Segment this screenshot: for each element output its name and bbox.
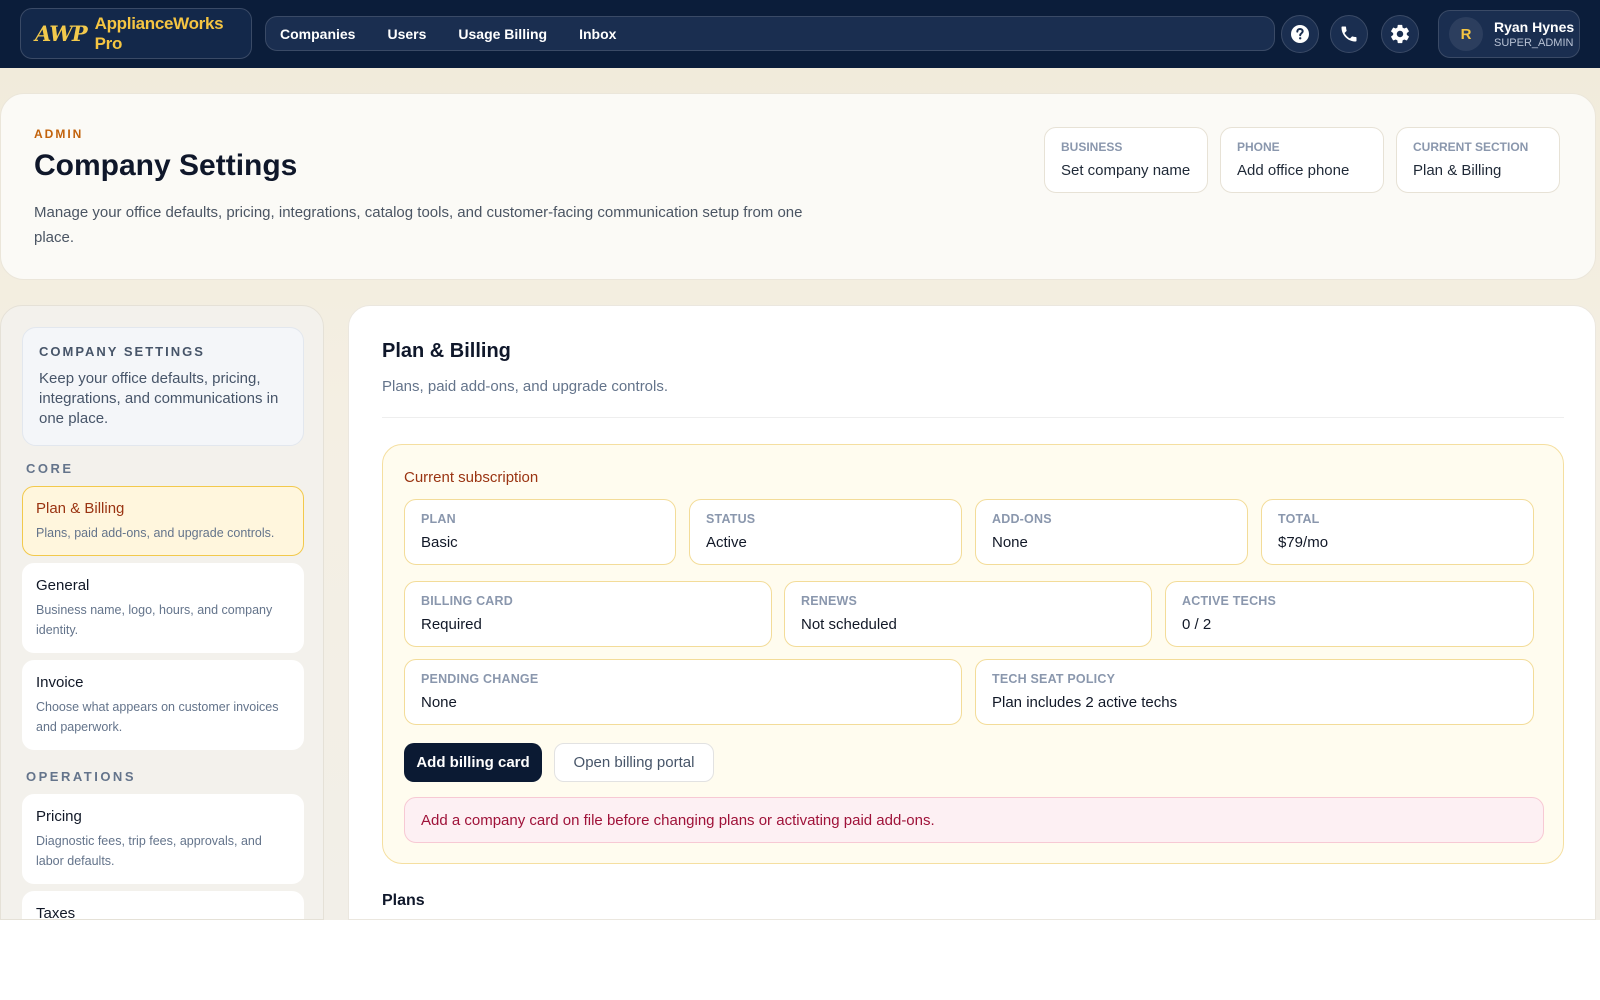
stat-plan: PLAN Basic: [404, 499, 676, 565]
stat-value: None: [421, 694, 457, 711]
settings-sidebar: COMPANY SETTINGS Keep your office defaul…: [0, 305, 324, 920]
chip-current-section: CURRENT SECTION Plan & Billing: [1396, 127, 1560, 193]
user-menu[interactable]: R Ryan Hynes SUPER_ADMIN: [1438, 10, 1580, 58]
phone-icon: [1341, 26, 1357, 42]
chip-label: CURRENT SECTION: [1413, 140, 1529, 154]
nav-link-inbox[interactable]: Inbox: [579, 26, 616, 42]
nav-link-users[interactable]: Users: [387, 26, 426, 42]
open-billing-portal-button[interactable]: Open billing portal: [554, 743, 714, 782]
stat-label: PENDING CHANGE: [421, 672, 539, 686]
sidebar-item-taxes[interactable]: Taxes: [22, 891, 304, 920]
stat-pending-change: PENDING CHANGE None: [404, 659, 962, 725]
chip-label: PHONE: [1237, 140, 1280, 154]
stat-label: TOTAL: [1278, 512, 1320, 526]
stat-label: PLAN: [421, 512, 456, 526]
chip-value: Set company name: [1061, 162, 1191, 179]
top-navigation-bar: AWP ApplianceWorks Pro Companies Users U…: [0, 0, 1600, 68]
sidebar-item-general[interactable]: General Business name, logo, hours, and …: [22, 563, 304, 653]
help-icon: [1291, 25, 1309, 43]
phone-button[interactable]: [1330, 15, 1368, 53]
stat-label: STATUS: [706, 512, 756, 526]
plan-billing-panel: Plan & Billing Plans, paid add-ons, and …: [348, 305, 1596, 920]
stat-active-techs: ACTIVE TECHS 0 / 2: [1165, 581, 1534, 647]
stat-value: Required: [421, 616, 482, 633]
user-name: Ryan Hynes: [1494, 18, 1575, 35]
sidebar-item-title: Plan & Billing: [36, 500, 125, 517]
sidebar-item-title: Pricing: [36, 808, 82, 825]
page-header-card: ADMIN Company Settings Manage your offic…: [0, 93, 1596, 280]
brand-mark: AWP: [35, 21, 88, 46]
sidebar-intro-text: Keep your office defaults, pricing, inte…: [39, 370, 279, 427]
sidebar-intro: COMPANY SETTINGS Keep your office defaul…: [22, 327, 304, 446]
stat-label: TECH SEAT POLICY: [992, 672, 1116, 686]
stat-label: ADD-ONS: [992, 512, 1052, 526]
subscription-title: Current subscription: [404, 469, 539, 486]
stat-value: $79/mo: [1278, 534, 1329, 551]
page-title: Company Settings: [34, 149, 298, 182]
section-title: Plan & Billing: [382, 340, 511, 362]
user-role: SUPER_ADMIN: [1494, 36, 1574, 49]
stat-total: TOTAL $79/mo: [1261, 499, 1534, 565]
stat-tech-seat-policy: TECH SEAT POLICY Plan includes 2 active …: [975, 659, 1534, 725]
help-button[interactable]: [1281, 15, 1319, 53]
brand-logo[interactable]: AWP ApplianceWorks Pro: [20, 8, 252, 59]
stat-label: BILLING CARD: [421, 594, 513, 608]
sidebar-group-core: CORE: [26, 461, 74, 476]
chip-value: Plan & Billing: [1413, 162, 1502, 179]
stat-value: Active: [706, 534, 747, 551]
sidebar-item-plan-billing[interactable]: Plan & Billing Plans, paid add-ons, and …: [22, 486, 304, 556]
stat-billing-card: BILLING CARD Required: [404, 581, 772, 647]
stat-label: RENEWS: [801, 594, 858, 608]
sidebar-intro-title: COMPANY SETTINGS: [39, 344, 205, 359]
sidebar-item-desc: Choose what appears on customer invoices…: [36, 700, 279, 734]
main-nav: Companies Users Usage Billing Inbox: [265, 16, 1275, 51]
add-billing-card-button[interactable]: Add billing card: [404, 743, 542, 782]
settings-button[interactable]: [1381, 15, 1419, 53]
sidebar-group-operations: OPERATIONS: [26, 769, 136, 784]
page-description: Manage your office defaults, pricing, in…: [34, 204, 803, 246]
stat-status: STATUS Active: [689, 499, 962, 565]
nav-link-usage-billing[interactable]: Usage Billing: [458, 26, 547, 42]
chip-value: Add office phone: [1237, 162, 1350, 179]
current-subscription-card: Current subscription PLAN Basic STATUS A…: [382, 444, 1564, 864]
brand-name: ApplianceWorks Pro: [94, 13, 224, 53]
sidebar-item-pricing[interactable]: Pricing Diagnostic fees, trip fees, appr…: [22, 794, 304, 884]
section-description: Plans, paid add-ons, and upgrade control…: [382, 378, 669, 395]
gear-icon: [1391, 24, 1409, 44]
chip-phone: PHONE Add office phone: [1220, 127, 1384, 193]
sidebar-item-desc: Business name, logo, hours, and company …: [36, 603, 273, 637]
divider: [382, 417, 1564, 418]
sidebar-item-desc: Plans, paid add-ons, and upgrade control…: [36, 526, 275, 540]
stat-renews: RENEWS Not scheduled: [784, 581, 1152, 647]
sidebar-item-title: Taxes: [36, 905, 76, 920]
chip-label: BUSINESS: [1061, 140, 1123, 154]
stat-value: Basic: [421, 534, 458, 551]
stat-value: None: [992, 534, 1028, 551]
nav-link-companies[interactable]: Companies: [280, 26, 355, 42]
stat-value: Not scheduled: [801, 616, 897, 633]
sidebar-item-title: General: [36, 577, 90, 594]
plans-heading: Plans: [382, 892, 425, 909]
stat-value: 0 / 2: [1182, 616, 1212, 633]
chip-business: BUSINESS Set company name: [1044, 127, 1208, 193]
page-eyebrow: ADMIN: [34, 127, 84, 141]
avatar: R: [1449, 17, 1483, 51]
stat-label: ACTIVE TECHS: [1182, 594, 1277, 608]
stat-value: Plan includes 2 active techs: [992, 694, 1178, 711]
sidebar-item-desc: Diagnostic fees, trip fees, approvals, a…: [36, 834, 262, 868]
sidebar-item-invoice[interactable]: Invoice Choose what appears on customer …: [22, 660, 304, 750]
billing-card-alert: Add a company card on file before changi…: [404, 797, 1544, 843]
stat-add-ons: ADD-ONS None: [975, 499, 1248, 565]
sidebar-item-title: Invoice: [36, 674, 84, 691]
